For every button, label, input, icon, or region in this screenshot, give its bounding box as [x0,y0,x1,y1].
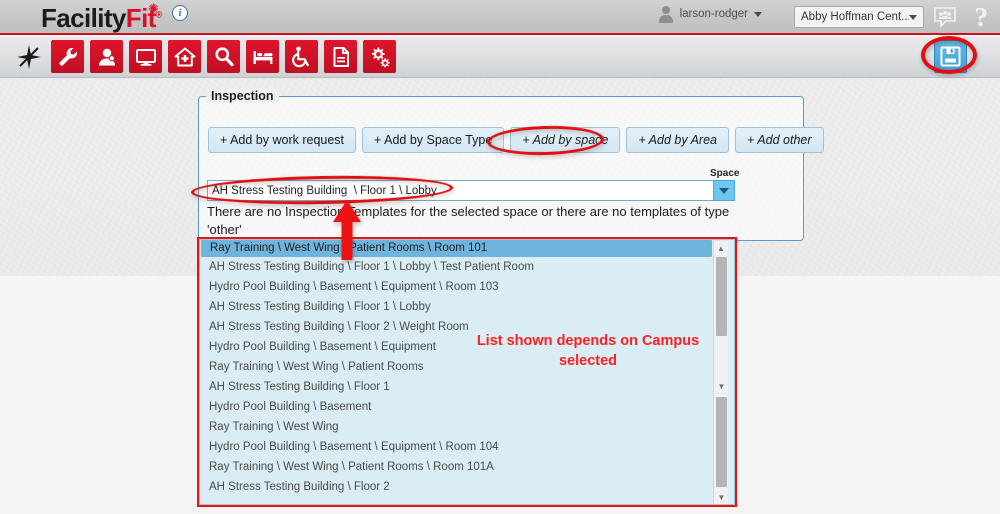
sparkle-icon[interactable] [12,40,45,73]
dropdown-scrollbar-outer[interactable]: ▼ [713,394,728,504]
list-item[interactable]: Hydro Pool Building \ Basement [200,397,734,417]
gears-icon[interactable] [363,40,396,73]
avatar [658,6,674,22]
space-dropdown-list[interactable]: Ray Training \ West Wing \ Patient Rooms… [199,239,735,505]
add-by-space-type-button[interactable]: + Add by Space Type [362,127,504,153]
main-toolbar [0,37,1000,78]
help-icon[interactable]: ? [975,2,989,32]
chevron-down-icon [719,188,729,194]
list-item[interactable]: AH Stress Testing Building \ Floor 1 \ L… [200,257,734,277]
list-item[interactable]: Hydro Pool Building \ Basement \ Equipme… [200,277,734,297]
list-item[interactable]: AH Stress Testing Building \ Floor 1 \ L… [200,297,734,317]
wrench-icon[interactable] [51,40,84,73]
space-dropdown-toggle[interactable] [713,180,735,201]
add-other-button[interactable]: + Add other [735,127,824,153]
scrollbar-thumb[interactable] [716,257,727,336]
floppy-disk-icon [940,46,961,67]
scroll-down-icon[interactable]: ▼ [714,379,729,393]
list-item[interactable]: Hydro Pool Building \ Basement \ Equipme… [200,437,734,457]
bed-icon[interactable] [246,40,279,73]
campus-selector[interactable]: Abby Hoffman Cent... [794,6,924,28]
scroll-down-icon[interactable]: ▼ [714,490,729,504]
add-by-work-request-button[interactable]: + Add by work request [208,127,356,153]
inspection-panel-legend: Inspection [206,89,279,103]
magnifier-icon[interactable] [207,40,240,73]
person-icon[interactable] [90,40,123,73]
user-name-label: larson-rodger [680,8,748,20]
list-item[interactable]: Ray Training \ West Wing \ Patient Rooms… [200,457,734,477]
info-icon[interactable]: i [172,5,188,21]
app-header: FacilityFit® ✺ i larson-rodger Abby Hoff… [0,0,1000,35]
list-item[interactable]: Ray Training \ West Wing \ Patient Rooms… [201,240,712,257]
list-item[interactable]: AH Stress Testing Building \ Floor 2 [200,477,734,497]
toolbar-icon-group [12,40,396,73]
user-menu[interactable]: larson-rodger [658,6,762,22]
document-icon[interactable] [324,40,357,73]
people-chat-icon[interactable] [933,6,957,28]
list-item[interactable]: AH Stress Testing Building \ Floor 2 \ W… [200,317,734,337]
list-item[interactable]: AH Stress Testing Building \ Floor 1 [200,377,734,397]
space-combobox [207,180,735,201]
logo-text-facility: Facility [41,3,126,33]
add-buttons-row: + Add by work request + Add by Space Typ… [208,127,824,153]
wheelchair-icon[interactable] [285,40,318,73]
campus-selected-label: Abby Hoffman Cent... [801,11,909,23]
logo-splat-icon: ✺ [148,2,161,15]
scroll-up-icon[interactable]: ▲ [714,241,728,255]
list-item[interactable]: Ray Training \ West Wing \ Patient Rooms [200,357,734,377]
house-plus-icon[interactable] [168,40,201,73]
add-by-area-button[interactable]: + Add by Area [626,127,729,153]
space-field-label: Space [710,168,739,179]
space-input[interactable] [207,180,713,201]
dropdown-scrollbar-inner[interactable]: ▲ ▼ [713,241,728,393]
list-item[interactable]: Ray Training \ West Wing [200,417,734,437]
monitor-icon[interactable] [129,40,162,73]
chevron-down-icon [754,12,762,17]
scrollbar-thumb[interactable] [716,397,727,487]
chevron-down-icon [909,15,917,20]
list-item[interactable]: Hydro Pool Building \ Basement \ Equipme… [200,337,734,357]
no-templates-message: There are no Inspection Templates for th… [207,203,747,239]
save-button[interactable] [934,40,967,73]
app-logo: FacilityFit® [41,3,162,34]
add-by-space-button[interactable]: + Add by space [510,127,620,153]
